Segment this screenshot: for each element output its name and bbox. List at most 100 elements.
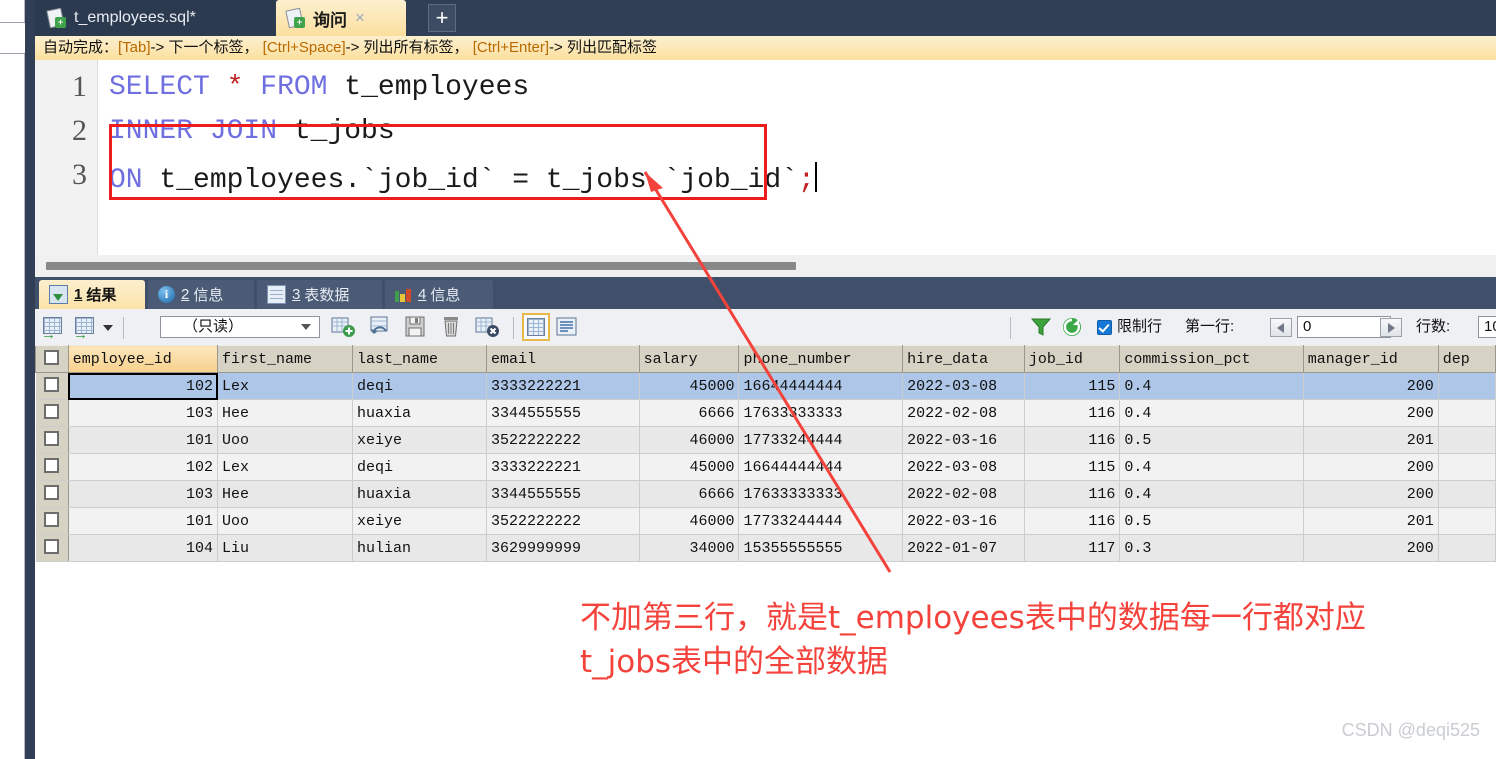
row-selector[interactable]: [35, 480, 69, 508]
cell-dep[interactable]: [1438, 453, 1496, 481]
cell-commission-pct[interactable]: 0.4: [1119, 480, 1304, 508]
cell-phone-number[interactable]: 15355555555: [738, 534, 904, 562]
table-row[interactable]: 103 Hee huaxia 3344555555 6666 176333333…: [35, 480, 1496, 508]
cell-commission-pct[interactable]: 0.5: [1119, 507, 1304, 535]
add-record-icon[interactable]: [331, 315, 357, 339]
grid-view-icon[interactable]: [522, 313, 550, 341]
cell-email[interactable]: 3522222222: [486, 426, 640, 454]
column-header-hire-data[interactable]: hire_data: [902, 345, 1025, 373]
form-view-icon[interactable]: [556, 317, 582, 341]
checkbox-icon[interactable]: [44, 404, 60, 419]
cell-phone-number[interactable]: 17633333333: [738, 480, 904, 508]
cell-employee-id[interactable]: 102: [68, 372, 219, 400]
rows-count-input[interactable]: 1000: [1478, 316, 1496, 338]
cell-phone-number[interactable]: 17733244444: [738, 426, 904, 454]
cell-salary[interactable]: 34000: [639, 534, 740, 562]
tab-info-2[interactable]: i 2 信息: [148, 280, 254, 309]
cell-job-id[interactable]: 116: [1024, 399, 1121, 427]
cell-dep[interactable]: [1438, 426, 1496, 454]
save-record-icon[interactable]: [403, 315, 429, 339]
cell-hire-data[interactable]: 2022-03-08: [902, 372, 1025, 400]
cell-employee-id[interactable]: 101: [68, 426, 219, 454]
cell-commission-pct[interactable]: 0.4: [1119, 399, 1304, 427]
checkbox-icon[interactable]: [44, 458, 60, 473]
filter-icon[interactable]: [1030, 316, 1052, 343]
reload-icon[interactable]: [1061, 316, 1083, 343]
cell-first-name[interactable]: Hee: [217, 399, 354, 427]
cell-hire-data[interactable]: 2022-03-16: [902, 426, 1025, 454]
cell-email[interactable]: 3333222221: [486, 453, 640, 481]
row-selector[interactable]: [35, 426, 69, 454]
editor-horizontal-scrollbar[interactable]: [35, 255, 1496, 278]
first-row-input[interactable]: 0: [1297, 316, 1391, 338]
add-tab-button[interactable]: +: [428, 4, 456, 32]
cell-hire-data[interactable]: 2022-03-08: [902, 453, 1025, 481]
cell-email[interactable]: 3522222222: [486, 507, 640, 535]
cell-dep[interactable]: [1438, 534, 1496, 562]
cell-manager-id[interactable]: 200: [1303, 480, 1439, 508]
cell-dep[interactable]: [1438, 480, 1496, 508]
table-row[interactable]: 104 Liu hulian 3629999999 34000 15355555…: [35, 534, 1496, 562]
cell-salary[interactable]: 45000: [639, 372, 740, 400]
cell-commission-pct[interactable]: 0.3: [1119, 534, 1304, 562]
cell-job-id[interactable]: 116: [1024, 426, 1121, 454]
cell-last-name[interactable]: deqi: [352, 372, 487, 400]
cell-manager-id[interactable]: 200: [1303, 399, 1439, 427]
cancel-record-icon[interactable]: [475, 315, 501, 339]
prev-page-button[interactable]: [1270, 318, 1292, 337]
column-header-first-name[interactable]: first_name: [216, 345, 354, 373]
checkbox-icon[interactable]: [44, 539, 60, 554]
table-row[interactable]: 102 Lex deqi 3333222221 45000 1664444444…: [35, 372, 1496, 400]
result-data-grid[interactable]: employee_id first_name last_name email s…: [35, 345, 1496, 585]
cell-phone-number[interactable]: 17733244444: [738, 507, 904, 535]
cell-hire-data[interactable]: 2022-02-08: [902, 480, 1025, 508]
cell-job-id[interactable]: 117: [1024, 534, 1121, 562]
cell-last-name[interactable]: huaxia: [352, 480, 487, 508]
limit-rows-checkbox[interactable]: [1097, 320, 1112, 335]
cell-first-name[interactable]: Liu: [217, 534, 354, 562]
readonly-mode-select[interactable]: （只读）: [160, 316, 320, 338]
cell-employee-id[interactable]: 102: [68, 453, 219, 481]
cell-salary[interactable]: 46000: [639, 426, 740, 454]
cell-hire-data[interactable]: 2022-03-16: [902, 507, 1025, 535]
cell-employee-id[interactable]: 103: [68, 399, 219, 427]
cell-hire-data[interactable]: 2022-01-07: [902, 534, 1025, 562]
grid-export-icon[interactable]: →: [73, 317, 97, 342]
cell-first-name[interactable]: Lex: [217, 372, 354, 400]
cell-salary[interactable]: 6666: [639, 480, 740, 508]
checkbox-icon[interactable]: [44, 377, 60, 392]
column-header-salary[interactable]: salary: [638, 345, 740, 373]
cell-manager-id[interactable]: 201: [1303, 426, 1439, 454]
column-header-dep[interactable]: dep: [1437, 345, 1496, 373]
cell-last-name[interactable]: hulian: [352, 534, 487, 562]
tab-table-data[interactable]: 3 表数据: [257, 280, 382, 309]
cell-last-name[interactable]: deqi: [352, 453, 487, 481]
refresh-record-icon[interactable]: [367, 315, 393, 339]
table-row[interactable]: 102 Lex deqi 3333222221 45000 1664444444…: [35, 453, 1496, 481]
cell-salary[interactable]: 45000: [639, 453, 740, 481]
cell-job-id[interactable]: 115: [1024, 372, 1121, 400]
table-row[interactable]: 103 Hee huaxia 3344555555 6666 176333333…: [35, 399, 1496, 427]
cell-phone-number[interactable]: 17633333333: [738, 399, 904, 427]
cell-commission-pct[interactable]: 0.4: [1119, 372, 1304, 400]
cell-dep[interactable]: [1438, 399, 1496, 427]
cell-dep[interactable]: [1438, 372, 1496, 400]
scrollbar-thumb[interactable]: [46, 262, 796, 270]
cell-salary[interactable]: 6666: [639, 399, 740, 427]
cell-last-name[interactable]: xeiye: [352, 426, 487, 454]
table-row[interactable]: 101 Uoo xeiye 3522222222 46000 177332444…: [35, 507, 1496, 535]
column-header-phone-number[interactable]: phone_number: [738, 345, 904, 373]
grid-import-icon[interactable]: →: [41, 317, 65, 342]
column-header-commission-pct[interactable]: commission_pct: [1119, 345, 1304, 373]
chevron-down-icon[interactable]: [103, 325, 113, 331]
tab-t-employees-sql[interactable]: + t_employees.sql*: [35, 0, 275, 36]
table-row[interactable]: 101 Uoo xeiye 3522222222 46000 177332444…: [35, 426, 1496, 454]
column-header-job-id[interactable]: job_id: [1023, 345, 1121, 373]
cell-job-id[interactable]: 115: [1024, 453, 1121, 481]
column-header-employee-id[interactable]: employee_id: [67, 345, 219, 373]
cell-commission-pct[interactable]: 0.4: [1119, 453, 1304, 481]
cell-manager-id[interactable]: 201: [1303, 507, 1439, 535]
cell-phone-number[interactable]: 16644444444: [738, 453, 904, 481]
cell-last-name[interactable]: huaxia: [352, 399, 487, 427]
cell-job-id[interactable]: 116: [1024, 480, 1121, 508]
